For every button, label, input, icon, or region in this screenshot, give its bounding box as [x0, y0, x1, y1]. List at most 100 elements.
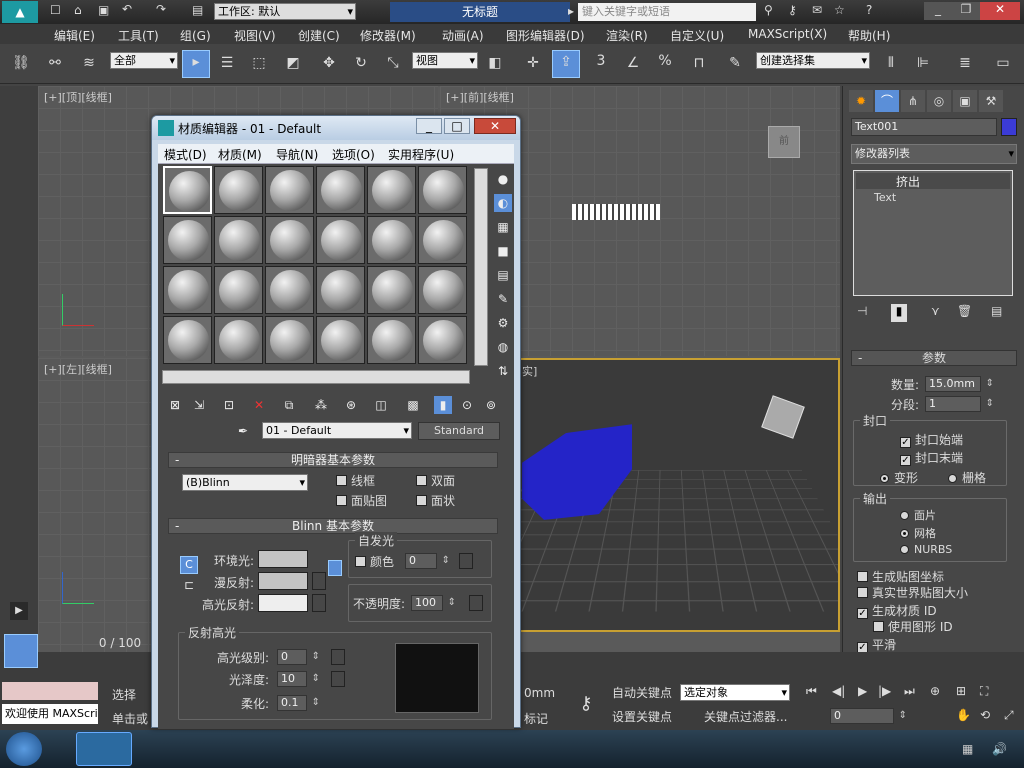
- open-file-icon[interactable]: ⌂: [74, 3, 82, 17]
- maximize-viewport-icon[interactable]: ⤢: [1004, 708, 1014, 723]
- key-filters-button[interactable]: 关键点过滤器...: [704, 708, 794, 726]
- ambient-color-swatch[interactable]: [258, 550, 308, 568]
- material-sample-slot[interactable]: [418, 266, 467, 314]
- spec-level-spinner[interactable]: 0: [277, 649, 307, 665]
- menu-tools[interactable]: 工具(T): [118, 27, 159, 44]
- new-file-icon[interactable]: ☐: [50, 3, 61, 17]
- viewport-front-label[interactable]: [+][前][线框]: [446, 89, 514, 105]
- gen-mat-checkbox[interactable]: ✓ 生成材质 ID: [857, 602, 937, 619]
- glossiness-map-button[interactable]: [331, 671, 345, 687]
- search-input[interactable]: 键入关键字或短语: [578, 3, 756, 21]
- display-tab-icon[interactable]: ▣: [953, 90, 977, 112]
- viewcube-front-icon[interactable]: 前: [768, 126, 800, 158]
- modify-tab-icon[interactable]: ⌒: [875, 90, 899, 112]
- graphite-tools-icon[interactable]: ▭: [992, 52, 1014, 74]
- material-sample-slot[interactable]: [367, 266, 416, 314]
- diffuse-color-swatch[interactable]: [258, 572, 308, 590]
- material-sample-slot[interactable]: [316, 166, 365, 214]
- zoom-all-icon[interactable]: ⊞: [956, 684, 966, 698]
- go-to-parent-icon[interactable]: ⊙: [458, 396, 476, 414]
- configure-sets-icon[interactable]: ▤: [991, 304, 1002, 318]
- object-color-swatch[interactable]: [1001, 118, 1017, 136]
- opacity-map-button[interactable]: [469, 595, 483, 611]
- lock-ambient-icon[interactable]: C: [180, 556, 198, 574]
- material-sample-slot[interactable]: [367, 316, 416, 364]
- patch-radio[interactable]: 面片: [900, 507, 936, 523]
- taskbar-max-app-icon[interactable]: [76, 732, 132, 766]
- material-sample-slot[interactable]: [418, 316, 467, 364]
- hierarchy-tab-icon[interactable]: ⋔: [901, 90, 925, 112]
- med-menu-utilities[interactable]: 实用程序(U): [388, 146, 454, 163]
- maxscript-listener-color[interactable]: [2, 682, 98, 700]
- selection-filter-dropdown[interactable]: 全部: [110, 52, 178, 69]
- create-tab-icon[interactable]: ✹: [849, 90, 873, 112]
- mesh-radio[interactable]: 网格: [900, 525, 936, 541]
- minimize-icon[interactable]: _: [924, 2, 952, 20]
- select-by-material-icon[interactable]: ◍: [494, 338, 512, 356]
- pivot-center-icon[interactable]: ◧: [484, 52, 506, 74]
- show-end-result-mat-icon[interactable]: ▮: [434, 396, 452, 414]
- text-object-front[interactable]: [572, 204, 660, 220]
- material-sample-slot[interactable]: [265, 216, 314, 264]
- prev-frame-icon[interactable]: ◀|: [832, 684, 845, 698]
- material-sample-slot[interactable]: [265, 166, 314, 214]
- use-shape-checkbox[interactable]: 使用图形 ID: [873, 618, 953, 635]
- pan-icon[interactable]: ✋: [956, 708, 971, 722]
- bind-space-warp-icon[interactable]: ≋: [78, 52, 100, 74]
- keyboard-shortcut-icon[interactable]: ⇪: [552, 50, 580, 78]
- material-editor-titlebar[interactable]: 材质编辑器 - 01 - Default _ □ ✕: [152, 116, 520, 140]
- percent-snap-icon[interactable]: %: [654, 50, 676, 72]
- remove-modifier-icon[interactable]: 🗑: [957, 304, 972, 318]
- two-sided-checkbox[interactable]: 双面: [416, 472, 455, 489]
- select-by-name-icon[interactable]: ☰: [216, 52, 238, 74]
- modifier-list-dropdown[interactable]: 修改器列表: [851, 144, 1017, 164]
- viewport-layout-icon[interactable]: [4, 634, 38, 668]
- goto-end-icon[interactable]: ⏭: [904, 684, 915, 699]
- material-sample-slot[interactable]: [214, 266, 263, 314]
- med-menu-material[interactable]: 材质(M): [218, 146, 262, 163]
- undo-icon[interactable]: ↶: [122, 2, 132, 16]
- viewport-persp-label[interactable]: 实]: [522, 363, 537, 379]
- assign-material-icon[interactable]: ⊡: [220, 396, 238, 414]
- menu-edit[interactable]: 编辑(E): [54, 27, 95, 44]
- opacity-spinner[interactable]: 100: [411, 595, 443, 611]
- shader-rollout-header[interactable]: - 明暗器基本参数: [168, 452, 498, 468]
- blinn-rollout-header[interactable]: - Blinn 基本参数: [168, 518, 498, 534]
- stack-item-extrude[interactable]: 挤出: [856, 173, 1010, 189]
- gen-map-checkbox[interactable]: 生成贴图坐标: [857, 568, 944, 585]
- self-illum-color-checkbox[interactable]: 颜色: [355, 553, 394, 570]
- smooth-checkbox[interactable]: ✓ 平滑: [857, 636, 896, 653]
- align-icon[interactable]: ⊫: [912, 52, 934, 74]
- menu-rendering[interactable]: 渲染(R): [606, 27, 648, 44]
- options-icon[interactable]: ⚙: [494, 314, 512, 332]
- menu-modifiers[interactable]: 修改器(M): [360, 27, 416, 44]
- layer-manager-icon[interactable]: ≣: [954, 52, 976, 74]
- current-frame-spinner[interactable]: 0: [830, 708, 894, 724]
- unlink-icon[interactable]: ⚯: [44, 52, 66, 74]
- cap-start-checkbox[interactable]: ✓ 封口始端: [900, 431, 963, 448]
- material-sample-slot[interactable]: [316, 266, 365, 314]
- menu-views[interactable]: 视图(V): [234, 27, 276, 44]
- material-sample-slot[interactable]: [214, 166, 263, 214]
- object-name-field[interactable]: Text001: [851, 118, 997, 136]
- scale-icon[interactable]: ⤡: [382, 52, 404, 74]
- self-illum-map-button[interactable]: [459, 553, 473, 569]
- material-sample-slot[interactable]: [214, 216, 263, 264]
- material-sample-slot[interactable]: [163, 316, 212, 364]
- med-maximize-icon[interactable]: □: [444, 118, 470, 134]
- backlight-icon[interactable]: ◐: [494, 194, 512, 212]
- spinner-snap-icon[interactable]: ⊓: [688, 52, 710, 74]
- slot-hscrollbar[interactable]: [162, 370, 470, 384]
- material-sample-slot[interactable]: [316, 316, 365, 364]
- next-frame-icon[interactable]: |▶: [878, 684, 891, 698]
- angle-snap-icon[interactable]: ∠: [622, 52, 644, 74]
- slot-vscrollbar[interactable]: [474, 168, 488, 366]
- volume-icon[interactable]: 🔊: [992, 742, 1007, 756]
- restore-icon[interactable]: ❐: [952, 2, 980, 20]
- lock-map-icon[interactable]: [328, 560, 342, 576]
- key-icon-large[interactable]: ⚷: [566, 686, 606, 722]
- material-name-dropdown[interactable]: 01 - Default: [262, 422, 412, 439]
- stack-item-text[interactable]: Text: [874, 191, 896, 204]
- material-sample-slot[interactable]: [163, 266, 212, 314]
- menu-help[interactable]: 帮助(H): [848, 27, 890, 44]
